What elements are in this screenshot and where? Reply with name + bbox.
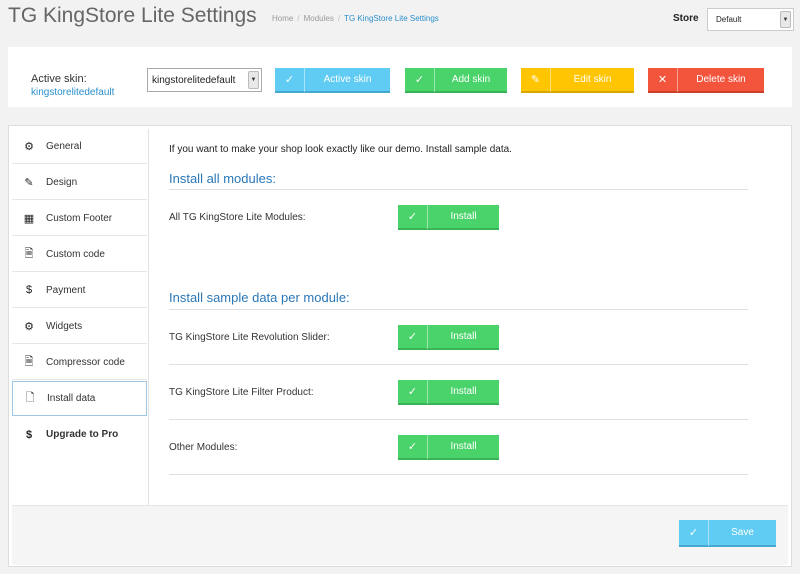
check-icon: ✓ [398,324,428,349]
skin-select[interactable]: kingstorelitedefault ▼ [147,68,262,92]
breadcrumb-current[interactable]: TG KingStore Lite Settings [344,14,439,23]
delete-skin-button-label: Delete skin [696,74,746,85]
install-button-label: Install [450,441,477,452]
row-label-revolution-slider: TG KingStore Lite Revolution Slider: [169,332,330,343]
sidebar-item-design[interactable]: ✎ Design [12,165,147,200]
main-panel: ⚙ General ✎ Design ▦ Custom Footer 🗎 Cus… [8,125,792,567]
breadcrumb: Home / Modules / TG KingStore Lite Settings [272,14,439,23]
sidebar-item-label: Custom code [46,248,105,260]
save-button-label: Save [731,527,754,538]
sidebar-item-upgrade-to-pro[interactable]: $ Upgrade to Pro [12,417,147,452]
sidebar-item-label: Custom Footer [46,212,113,224]
sidebar-item-label: Install data [47,393,96,404]
divider [169,364,748,365]
sidebar: ⚙ General ✎ Design ▦ Custom Footer 🗎 Cus… [12,129,149,507]
sidebar-item-label: General [46,140,82,152]
chevron-down-icon[interactable]: ▼ [780,11,791,28]
close-icon: ✕ [648,67,678,92]
row-label-filter-product: TG KingStore Lite Filter Product: [169,387,314,398]
row-label-other-modules: Other Modules: [169,442,238,453]
add-skin-button[interactable]: ✓ Add skin [405,67,507,93]
code-file-icon: 🗎 [24,247,34,260]
sidebar-item-label: Upgrade to Pro [46,429,119,440]
section-title-sample-data: Install sample data per module: [169,290,350,305]
document-icon: 🗋 [25,392,35,404]
page-header: TG KingStore Lite Settings Home / Modules /… [0,0,800,38]
sidebar-item-install-data[interactable]: 🗋 Install data [12,381,147,416]
store-select[interactable]: Default ▼ [707,8,794,31]
cogs-icon: ⚙ [24,320,34,333]
sidebar-item-label: Design [46,176,78,188]
divider [169,189,748,190]
row-label-all-modules: All TG KingStore Lite Modules: [169,212,306,223]
store-label: Store [673,13,699,24]
divider [169,309,748,310]
delete-skin-button[interactable]: ✕ Delete skin [648,67,764,93]
sidebar-item-widgets[interactable]: ⚙ Widgets [12,309,147,344]
intro-text: If you want to make your shop look exact… [169,144,512,155]
install-filter-product-button[interactable]: ✓ Install [398,379,499,405]
sidebar-item-label: Payment [46,284,86,296]
sidebar-item-custom-code[interactable]: 🗎 Custom code [12,237,147,272]
store-select-value: Default [716,15,742,24]
active-skin-label: Active skin: [31,73,87,85]
sidebar-item-custom-footer[interactable]: ▦ Custom Footer [12,201,147,236]
sidebar-item-label: Widgets [46,320,83,332]
save-button[interactable]: ✓ Save [679,519,776,547]
install-button-label: Install [450,211,477,222]
chevron-down-icon[interactable]: ▼ [248,71,259,89]
section-title-install-all: Install all modules: [169,171,276,186]
table-icon: ▦ [23,212,35,225]
active-skin-button-label: Active skin [323,74,372,85]
skin-panel: Active skin: kingstorelitedefault kingst… [8,47,792,107]
edit-skin-button-label: Edit skin [573,74,612,85]
divider [169,419,748,420]
sidebar-item-label: Compressor code [46,356,125,368]
check-icon: ✓ [398,379,428,404]
breadcrumb-separator: / [337,14,341,23]
dollar-icon: $ [25,428,33,441]
sidebar-item-general[interactable]: ⚙ General [12,129,147,164]
pencil-icon: ✎ [521,67,551,92]
install-revolution-slider-button[interactable]: ✓ Install [398,324,499,350]
install-other-modules-button[interactable]: ✓ Install [398,434,499,460]
breadcrumb-modules[interactable]: Modules [304,14,334,23]
install-all-modules-button[interactable]: ✓ Install [398,204,499,230]
sidebar-item-payment[interactable]: $ Payment [12,273,147,308]
check-icon: ✓ [405,67,435,92]
skin-select-value: kingstorelitedefault [152,75,236,86]
dollar-icon: $ [25,284,33,296]
breadcrumb-separator: / [297,14,300,23]
active-skin-value: kingstorelitedefault [31,87,115,98]
pencil-icon: ✎ [24,176,34,189]
check-icon: ✓ [398,204,428,229]
gear-icon: ⚙ [24,140,34,153]
active-skin-button[interactable]: ✓ Active skin [275,67,390,93]
add-skin-button-label: Add skin [451,74,491,85]
install-button-label: Install [450,331,477,342]
sidebar-item-compressor-code[interactable]: 🗎 Compressor code [12,345,147,380]
edit-skin-button[interactable]: ✎ Edit skin [521,67,634,93]
install-button-label: Install [450,386,477,397]
form-footer: ✓ Save [12,505,788,565]
check-icon: ✓ [275,67,305,92]
compress-file-icon: 🗎 [24,355,34,368]
install-data-content: If you want to make your shop look exact… [169,126,769,506]
check-icon: ✓ [398,434,428,459]
check-icon: ✓ [679,519,709,546]
breadcrumb-home[interactable]: Home [272,14,293,23]
page-title: TG KingStore Lite Settings [8,4,257,27]
divider [169,474,748,475]
